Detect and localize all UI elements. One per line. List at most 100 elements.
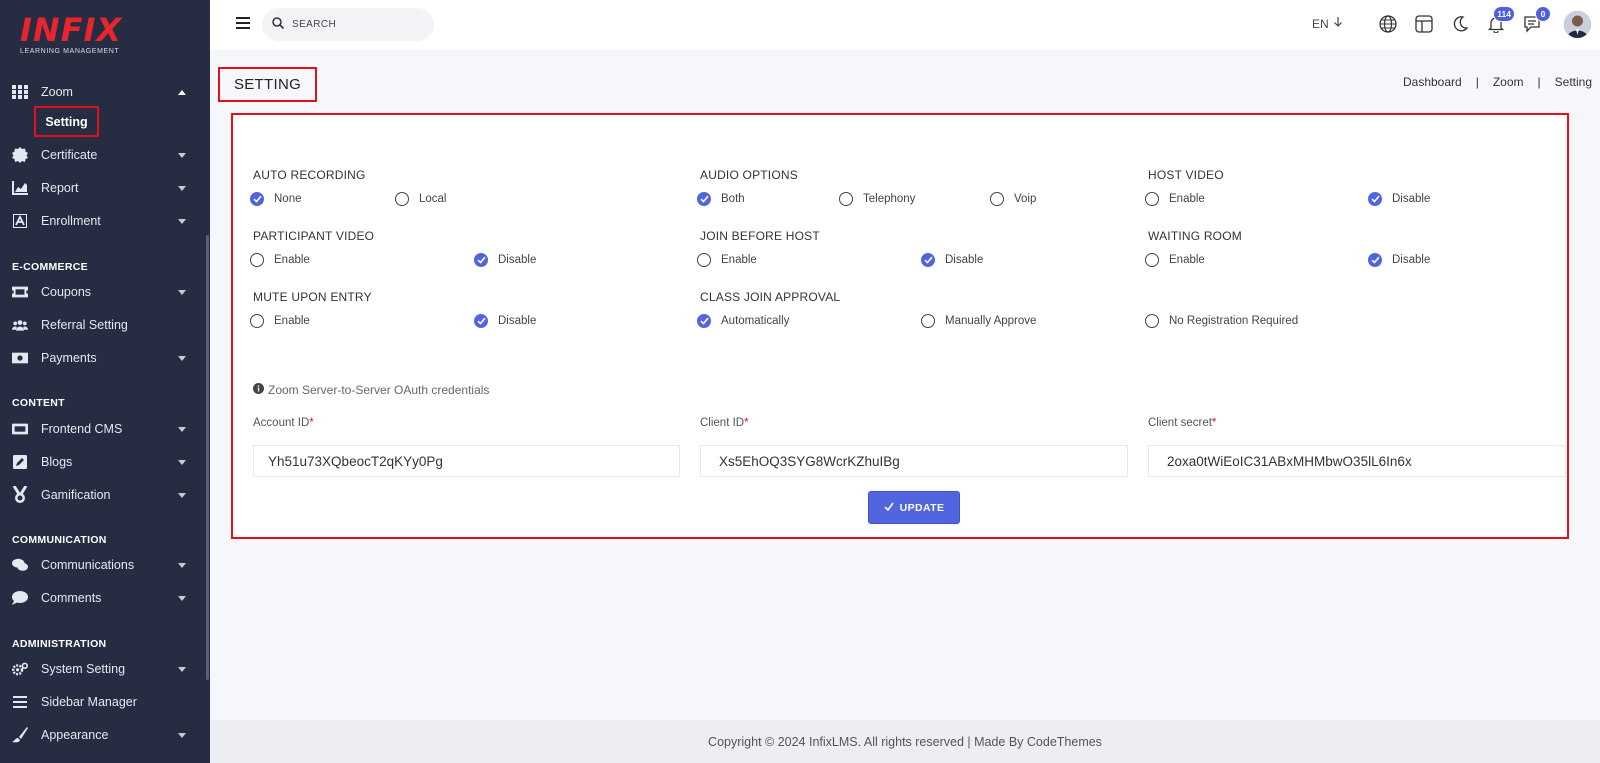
radio-unchecked-icon[interactable] (921, 314, 935, 328)
sidebar-subitem-setting[interactable]: Setting (34, 106, 99, 137)
radio-checked-icon[interactable] (474, 314, 488, 328)
brand-logo[interactable]: INFIX LEARNING MANAGEMENT (20, 14, 122, 55)
waiting-room-option[interactable]: Enable (1145, 253, 1205, 267)
auto-recording-option[interactable]: Local (395, 192, 447, 206)
participant-video-option[interactable]: Enable (250, 253, 310, 267)
radio-checked-icon[interactable] (474, 253, 488, 267)
globe-icon[interactable] (1378, 14, 1398, 34)
radio-unchecked-icon[interactable] (839, 192, 853, 206)
radio-unchecked-icon[interactable] (250, 314, 264, 328)
top-bar: EN 114 0 (210, 0, 1600, 50)
client-secret-label-text: Client secret (1148, 417, 1212, 429)
radio-checked-icon[interactable] (697, 314, 711, 328)
sidebar-item-payments[interactable]: Payments (0, 342, 206, 374)
edit-icon (12, 454, 28, 470)
sidebar-item-label: Frontend CMS (41, 422, 123, 436)
required-mark: * (744, 417, 749, 429)
radio-unchecked-icon[interactable] (1145, 192, 1159, 206)
moon-icon[interactable] (1450, 14, 1470, 34)
sidebar-item-coupons[interactable]: Coupons (0, 276, 206, 308)
sidebar-item-blogs[interactable]: Blogs (0, 446, 206, 478)
layout-icon[interactable] (1414, 14, 1434, 34)
sidebar-item-label: Communications (41, 558, 135, 572)
update-button[interactable]: UPDATE (868, 491, 960, 524)
radio-label: Disable (1392, 254, 1431, 266)
sidebar-item-system-setting[interactable]: System Setting (0, 653, 206, 685)
sidebar-item-communications[interactable]: Communications (0, 549, 206, 581)
class-join-approval-option[interactable]: Manually Approve (921, 314, 1036, 328)
waiting-room-option[interactable]: Disable (1368, 253, 1430, 267)
mute-upon-entry-title: MUTE UPON ENTRY (253, 290, 372, 304)
sidebar-item-enrollment[interactable]: Enrollment (0, 205, 206, 237)
class-join-approval-option[interactable]: No Registration Required (1145, 314, 1298, 328)
footer: Copyright © 2024 InfixLMS. All rights re… (210, 720, 1600, 763)
required-mark: * (309, 417, 314, 429)
radio-unchecked-icon[interactable] (990, 192, 1004, 206)
host-video-option[interactable]: Disable (1368, 192, 1430, 206)
layers-icon (12, 421, 28, 437)
host-video-option[interactable]: Enable (1145, 192, 1205, 206)
client-secret-input[interactable] (1148, 445, 1566, 477)
gears-icon (12, 661, 28, 677)
auto-recording-option[interactable]: None (250, 192, 302, 206)
chevron-up-icon (178, 89, 186, 95)
breadcrumb-zoom[interactable]: Zoom (1493, 75, 1524, 89)
radio-checked-icon[interactable] (1368, 192, 1382, 206)
client-id-label-text: Client ID (700, 417, 745, 429)
sidebar-item-sidebar-manager[interactable]: Sidebar Manager (0, 686, 206, 718)
waiting-room-title: WAITING ROOM (1148, 229, 1242, 243)
radio-checked-icon[interactable] (250, 192, 264, 206)
sidebar-item-report[interactable]: Report (0, 172, 206, 204)
radio-label: None (274, 193, 302, 205)
sidebar-item-frontend-cms[interactable]: Frontend CMS (0, 413, 206, 445)
radio-label: Voip (1014, 193, 1037, 205)
join-before-host-option[interactable]: Disable (921, 253, 983, 267)
grid-icon (12, 84, 28, 100)
account-id-label-text: Account ID (253, 417, 310, 429)
radio-unchecked-icon[interactable] (1145, 253, 1159, 267)
account-id-input[interactable] (253, 445, 680, 477)
sidebar-item-label: Appearance (41, 728, 109, 742)
participant-video-option[interactable]: Disable (474, 253, 536, 267)
sidebar-item-comments[interactable]: Comments (0, 582, 206, 614)
mute-upon-entry-option[interactable]: Enable (250, 314, 310, 328)
bell-icon[interactable]: 114 (1486, 6, 1515, 34)
messages-badge: 0 (1535, 6, 1551, 22)
audio-options-option[interactable]: Telephony (839, 192, 915, 206)
sidebar-scrollbar[interactable] (206, 235, 209, 680)
radio-unchecked-icon[interactable] (697, 253, 711, 267)
sidebar-item-gamification[interactable]: Gamification (0, 479, 206, 511)
search-box[interactable] (262, 8, 434, 41)
radio-checked-icon[interactable] (921, 253, 935, 267)
client-id-input[interactable] (700, 445, 1128, 477)
sidebar-item-appearance[interactable]: Appearance (0, 719, 206, 751)
mute-upon-entry-option[interactable]: Disable (474, 314, 536, 328)
host-video-title: HOST VIDEO (1148, 168, 1224, 182)
participant-video-title: PARTICIPANT VIDEO (253, 229, 375, 243)
class-join-approval-option[interactable]: Automatically (697, 314, 789, 328)
radio-label: Disable (945, 254, 984, 266)
menu-toggle-icon[interactable] (236, 17, 250, 29)
breadcrumb-dashboard[interactable]: Dashboard (1403, 75, 1462, 89)
audio-options-option[interactable]: Voip (990, 192, 1036, 206)
sidebar-item-zoom[interactable]: Zoom (0, 76, 206, 108)
sidebar-item-referral-setting[interactable]: Referral Setting (0, 309, 206, 341)
sidebar-item-label: System Setting (41, 662, 126, 676)
join-before-host-option[interactable]: Enable (697, 253, 757, 267)
radio-unchecked-icon[interactable] (250, 253, 264, 267)
join-before-host-title: JOIN BEFORE HOST (700, 229, 820, 243)
message-icon[interactable]: 0 (1522, 6, 1551, 34)
search-input[interactable] (292, 19, 412, 30)
radio-label: Disable (498, 254, 537, 266)
sidebar-item-certificate[interactable]: Certificate (0, 139, 206, 171)
sidebar-section-administration: ADMINISTRATION (12, 638, 107, 650)
audio-options-option[interactable]: Both (697, 192, 745, 206)
avatar[interactable] (1564, 11, 1591, 38)
sidebar-item-label: Payments (41, 351, 97, 365)
radio-checked-icon[interactable] (697, 192, 711, 206)
radio-unchecked-icon[interactable] (1145, 314, 1159, 328)
language-selector[interactable]: EN (1312, 16, 1343, 31)
radio-checked-icon[interactable] (1368, 253, 1382, 267)
auto-recording-title: AUTO RECORDING (253, 168, 366, 182)
radio-unchecked-icon[interactable] (395, 192, 409, 206)
